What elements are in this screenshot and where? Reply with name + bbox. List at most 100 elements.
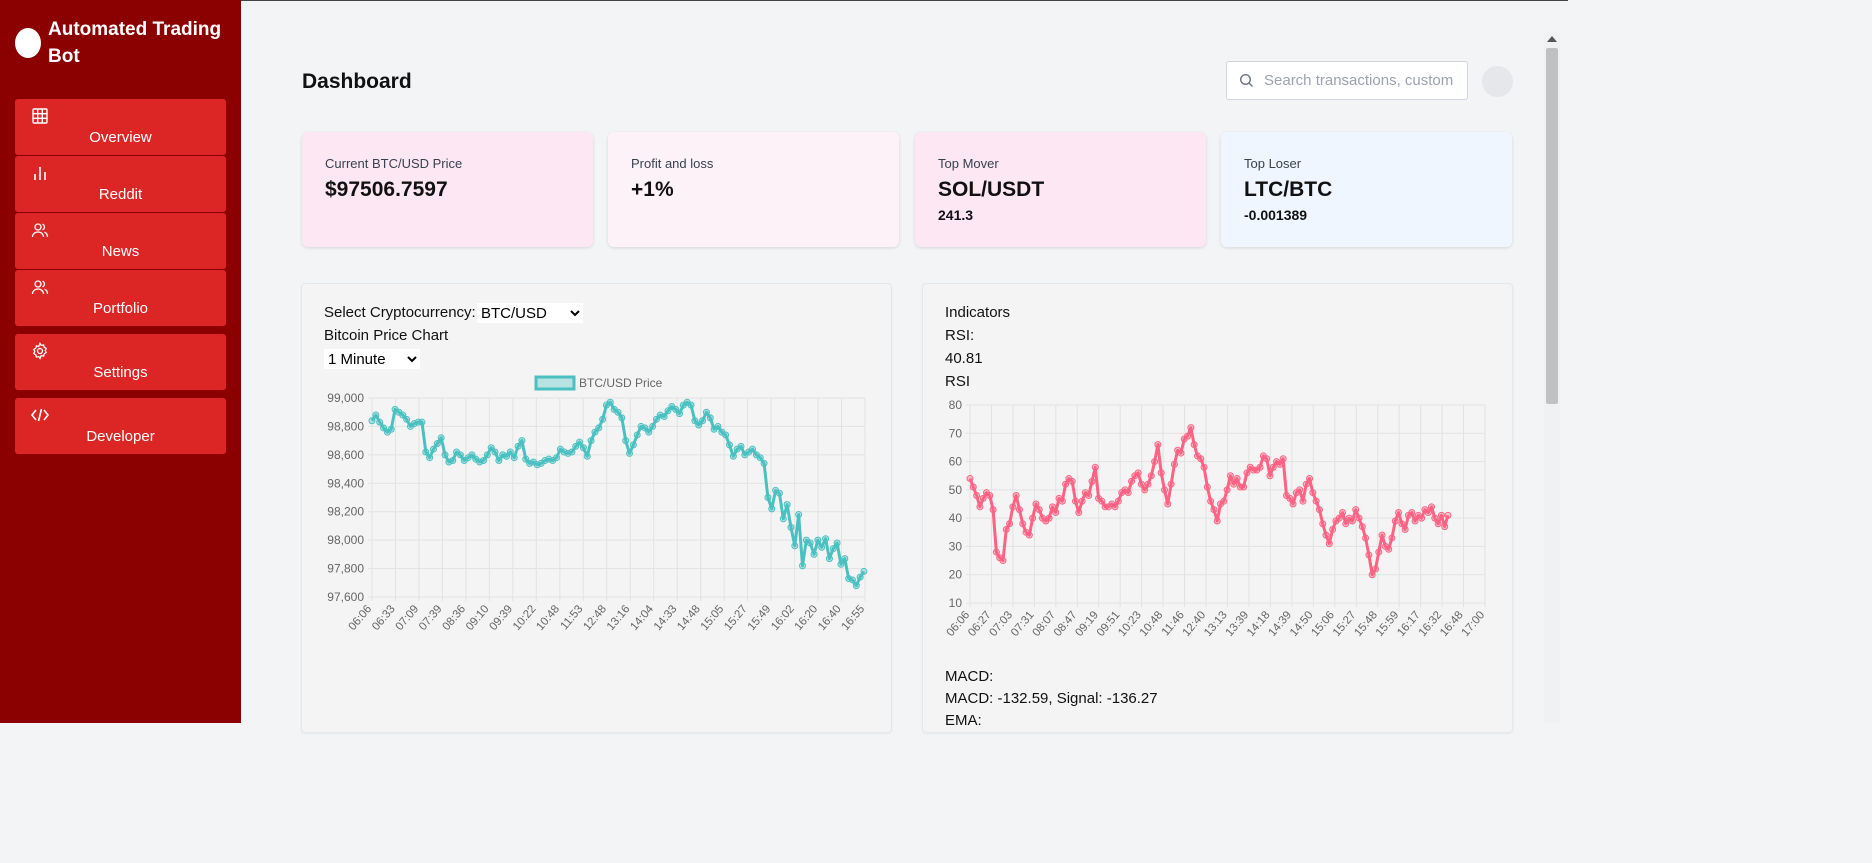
data-point: [1335, 514, 1343, 522]
data-point: [986, 492, 994, 500]
search-input[interactable]: [1264, 72, 1454, 89]
card-value: SOL/USDT: [938, 178, 1045, 201]
sidebar-item-settings[interactable]: Settings: [15, 334, 226, 390]
data-point: [1312, 497, 1320, 505]
x-tick-label: 15:06: [1309, 609, 1337, 639]
data-point: [818, 543, 826, 551]
search-box[interactable]: [1226, 61, 1468, 100]
data-point: [1266, 472, 1274, 480]
data-point: [1203, 483, 1211, 491]
scroll-up-arrow-icon[interactable]: [1547, 36, 1557, 42]
brand[interactable]: Automated Trading Bot: [15, 16, 228, 70]
x-tick-label: 13:13: [1202, 609, 1230, 639]
x-tick-label: 14:39: [1266, 609, 1294, 639]
data-point: [660, 412, 668, 420]
data-point: [1378, 531, 1386, 539]
code-icon: [31, 408, 49, 422]
data-point: [1098, 497, 1106, 505]
data-point: [510, 454, 518, 462]
data-point: [1431, 514, 1439, 522]
x-tick-label: 06:27: [966, 609, 994, 639]
data-point: [825, 555, 833, 563]
data-point: [1352, 506, 1360, 514]
data-point: [491, 448, 499, 456]
brand-title: Automated Trading Bot: [48, 19, 222, 67]
data-point: [706, 414, 714, 422]
data-point: [1362, 534, 1370, 542]
data-point: [1358, 523, 1366, 531]
data-point: [437, 434, 445, 442]
x-tick-label: 13:16: [605, 603, 633, 633]
data-point: [595, 424, 603, 432]
x-tick-label: 06:06: [945, 609, 973, 639]
y-tick-label: 10: [949, 596, 963, 610]
data-point: [1144, 480, 1152, 488]
x-tick-label: 16:17: [1395, 609, 1423, 639]
sidebar-item-label: Developer: [86, 428, 155, 445]
data-point: [606, 398, 614, 406]
card-label: Top Loser: [1244, 156, 1302, 171]
x-tick-label: 14:50: [1288, 609, 1316, 639]
data-point: [1114, 497, 1122, 505]
legend-label: BTC/USD Price: [579, 376, 663, 390]
data-point: [403, 415, 411, 423]
data-point: [1365, 551, 1373, 559]
data-point: [1401, 525, 1409, 533]
data-point: [1319, 520, 1327, 528]
x-tick-label: 15:49: [746, 603, 774, 633]
data-point: [787, 523, 795, 531]
x-tick-label: 14:18: [1245, 609, 1273, 639]
data-point: [1128, 477, 1136, 485]
search-icon: [1239, 73, 1253, 87]
data-point: [1388, 534, 1396, 542]
sidebar-item-portfolio[interactable]: Portfolio: [15, 270, 226, 326]
data-point: [1200, 463, 1208, 471]
data-point: [1289, 500, 1297, 508]
data-point: [822, 535, 830, 543]
y-tick-label: 97,800: [327, 562, 364, 576]
data-point: [1299, 497, 1307, 505]
data-point: [699, 417, 707, 425]
avatar[interactable]: [1482, 66, 1513, 97]
data-point: [1276, 460, 1284, 468]
x-tick-label: 10:48: [1138, 609, 1166, 639]
y-tick-label: 70: [949, 426, 963, 440]
data-point: [1418, 514, 1426, 522]
data-point: [1015, 506, 1023, 514]
sidebar-item-label: Portfolio: [92, 300, 149, 317]
scrollbar-thumb[interactable]: [1546, 48, 1558, 404]
data-point: [483, 451, 491, 459]
card-label: Current BTC/USD Price: [325, 156, 463, 171]
sidebar-item-reddit[interactable]: Reddit: [15, 156, 226, 212]
sidebar-item-developer[interactable]: Developer: [15, 398, 226, 454]
legend-swatch: [534, 375, 576, 391]
x-tick-label: 08:07: [1030, 609, 1058, 639]
interval-select[interactable]: 1 Minute: [324, 349, 420, 369]
data-point: [514, 442, 522, 450]
data-point: [614, 408, 622, 416]
data-point: [645, 428, 653, 436]
data-point: [1375, 548, 1383, 556]
data-point: [1437, 511, 1445, 519]
data-point: [737, 442, 745, 450]
card-value: LTC/BTC: [1244, 178, 1333, 201]
data-point: [1269, 463, 1277, 471]
data-point: [1243, 469, 1251, 477]
data-point: [768, 505, 776, 513]
data-point: [1355, 514, 1363, 522]
data-point: [973, 492, 981, 500]
data-point: [1167, 480, 1175, 488]
sidebar-item-overview[interactable]: Overview: [15, 99, 226, 155]
x-tick-label: 13:39: [1224, 609, 1252, 639]
data-point: [1302, 480, 1310, 488]
data-point: [1444, 511, 1452, 519]
data-point: [1434, 520, 1442, 528]
crypto-select[interactable]: BTC/USD: [477, 303, 583, 323]
data-point: [1428, 503, 1436, 511]
data-point: [833, 539, 841, 547]
data-point: [729, 452, 737, 460]
x-tick-label: 06:33: [370, 603, 398, 633]
data-point: [714, 422, 722, 430]
data-point: [852, 582, 860, 590]
sidebar-item-news[interactable]: News: [15, 213, 226, 269]
